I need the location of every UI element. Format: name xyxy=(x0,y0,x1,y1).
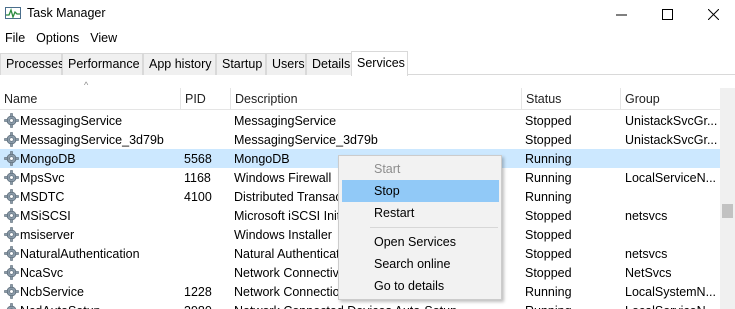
service-gear-icon xyxy=(4,170,19,185)
context-open-services[interactable]: Open Services xyxy=(342,231,499,253)
cell-pid: 1168 xyxy=(184,171,211,185)
cell-group: LocalServiceN... xyxy=(625,301,718,309)
cell-status: Running xyxy=(525,171,572,185)
cell-pid: 1228 xyxy=(184,285,212,299)
cell-description: MessagingService xyxy=(234,114,337,128)
tab-performance[interactable]: Performance xyxy=(62,53,143,75)
cell-name: MpsSvc xyxy=(20,171,65,185)
window-title: Task Manager xyxy=(27,6,106,20)
service-gear-icon xyxy=(4,227,19,242)
context-menu: Start Stop Restart Open Services Search … xyxy=(338,155,502,300)
context-go-to-details[interactable]: Go to details xyxy=(342,275,499,297)
cell-pid xyxy=(184,225,228,244)
cell-group xyxy=(625,187,718,206)
minimize-button[interactable] xyxy=(598,0,644,28)
service-gear-icon xyxy=(4,265,19,280)
table-row[interactable]: NcdAutoSetup 3980 Network Connected Device… xyxy=(0,301,720,309)
menu-bar: File Options View xyxy=(0,29,123,49)
cell-status: Stopped xyxy=(525,228,572,242)
service-gear-icon xyxy=(4,189,19,204)
column-status[interactable]: Status xyxy=(521,88,620,110)
task-manager-icon xyxy=(5,6,21,20)
cell-group xyxy=(625,149,718,168)
cell-group: UnistackSvcGr... xyxy=(625,114,718,128)
service-gear-icon xyxy=(4,151,19,166)
minimize-icon xyxy=(615,14,627,15)
cell-status: Running xyxy=(525,285,572,299)
cell-pid xyxy=(184,206,228,225)
menu-options[interactable]: Options xyxy=(31,29,85,49)
column-pid[interactable]: PID xyxy=(180,88,230,110)
tab-users[interactable]: Users xyxy=(266,53,306,75)
cell-name: NcbService xyxy=(20,285,84,299)
context-stop[interactable]: Stop xyxy=(342,180,499,202)
cell-status: Stopped xyxy=(525,114,572,128)
scrollbar-thumb[interactable] xyxy=(722,204,733,218)
tab-app-history[interactable]: App history xyxy=(143,53,216,75)
cell-name: NcaSvc xyxy=(20,266,64,280)
cell-status: Running xyxy=(525,190,572,204)
cell-name: NcdAutoSetup xyxy=(20,301,178,309)
cell-name: MSiSCSI xyxy=(20,209,71,223)
tab-services[interactable]: Services xyxy=(351,51,408,76)
menu-file[interactable]: File xyxy=(0,29,31,49)
close-icon xyxy=(707,8,719,20)
column-description[interactable]: Description xyxy=(230,88,521,110)
cell-pid: 4100 xyxy=(184,190,212,204)
cell-group: netsvcs xyxy=(625,247,668,261)
cell-pid xyxy=(184,263,228,282)
cell-name: MongoDB xyxy=(20,152,76,166)
tab-details[interactable]: Details xyxy=(306,53,352,75)
table-row[interactable]: MessagingService MessagingService Stopped U… xyxy=(0,111,720,130)
menu-view[interactable]: View xyxy=(85,29,123,49)
cell-pid xyxy=(184,130,228,149)
cell-status: Stopped xyxy=(525,247,572,261)
service-gear-icon xyxy=(4,246,19,261)
cell-pid xyxy=(184,111,228,130)
table-row[interactable]: MessagingService_3d79b MessagingService_3… xyxy=(0,130,720,149)
cell-group: UnistackSvcGr... xyxy=(625,133,718,147)
cell-pid xyxy=(184,244,228,263)
cell-name: MSDTC xyxy=(20,190,65,204)
cell-group: netsvcs xyxy=(625,209,668,223)
tab-bar: Processes Performance App history Startu… xyxy=(0,51,735,76)
cell-name: MessagingService_3d79b xyxy=(20,133,164,147)
cell-pid: 5568 xyxy=(184,152,212,166)
column-name[interactable]: Name xyxy=(0,88,180,110)
close-button[interactable] xyxy=(690,0,735,28)
cell-status: Running xyxy=(525,301,618,309)
cell-group: LocalSystemN... xyxy=(625,285,717,299)
service-gear-icon xyxy=(4,208,19,223)
cell-name: msiserver xyxy=(20,228,75,242)
service-gear-icon xyxy=(4,303,19,309)
service-gear-icon xyxy=(4,132,19,147)
cell-status: Stopped xyxy=(525,209,572,223)
context-restart[interactable]: Restart xyxy=(342,202,499,224)
cell-status: Running xyxy=(525,152,572,166)
cell-name: NaturalAuthentication xyxy=(20,247,140,261)
context-separator xyxy=(370,227,498,228)
tab-startup[interactable]: Startup xyxy=(216,53,266,75)
cell-status: Stopped xyxy=(525,266,572,280)
service-gear-icon xyxy=(4,284,19,299)
vertical-scrollbar[interactable] xyxy=(720,88,735,309)
cell-status: Stopped xyxy=(525,133,572,147)
cell-description: Network Connected Devices Auto-Setup xyxy=(234,301,519,309)
cell-description: MessagingService_3d79b xyxy=(234,133,378,147)
service-gear-icon xyxy=(4,113,19,128)
cell-pid: 3980 xyxy=(184,301,228,309)
context-start: Start xyxy=(374,162,401,176)
maximize-icon xyxy=(661,8,673,20)
title-bar: Task Manager xyxy=(0,0,735,28)
column-group[interactable]: Group xyxy=(620,88,720,110)
cell-group: LocalServiceN... xyxy=(625,171,717,185)
context-search-online[interactable]: Search online xyxy=(342,253,499,275)
cell-name: MessagingService xyxy=(20,114,123,128)
cell-group: NetSvcs xyxy=(625,266,672,280)
cell-group xyxy=(625,225,718,244)
table-header: Name PID Description Status Group xyxy=(0,88,720,110)
tab-processes[interactable]: Processes xyxy=(0,53,64,75)
maximize-button[interactable] xyxy=(644,0,690,28)
